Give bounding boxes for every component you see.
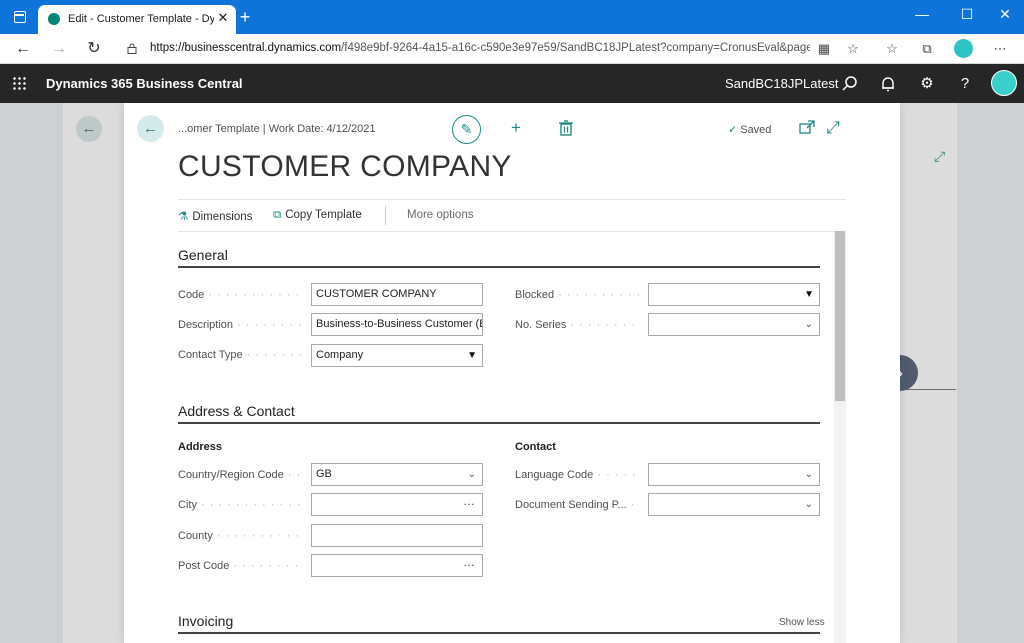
expand-icon[interactable]: ⤢: [823, 118, 843, 138]
country-region-field[interactable]: GB ⌄: [311, 463, 483, 486]
bell-icon[interactable]: [878, 74, 898, 94]
app-bar: Dynamics 365 Business Central SandBC18JP…: [0, 64, 1024, 103]
section-invoicing-title[interactable]: Invoicing: [178, 613, 233, 629]
city-label: City: [178, 499, 302, 511]
chevron-down-icon: ⌄: [804, 499, 813, 510]
chevron-down-icon: ⌄: [804, 319, 813, 330]
chevron-down-icon: ⌄: [467, 469, 476, 480]
trash-icon[interactable]: [556, 118, 576, 138]
minimize-button[interactable]: —: [910, 5, 934, 23]
dimensions-icon: ⚗: [178, 211, 189, 223]
back-icon[interactable]: ←: [13, 39, 33, 59]
no-series-field[interactable]: ⌄: [648, 313, 820, 336]
app-name[interactable]: Dynamics 365 Business Central: [46, 76, 243, 91]
waffle-icon[interactable]: [12, 76, 26, 90]
refresh-icon[interactable]: ↻: [84, 39, 104, 59]
dimensions-action[interactable]: ⚗ Dimensions: [178, 209, 252, 223]
page-title: CUSTOMER COMPANY: [178, 150, 512, 183]
apps-icon[interactable]: ▦: [816, 41, 832, 57]
gear-icon[interactable]: ⚙: [917, 74, 937, 94]
language-code-field[interactable]: ⌄: [648, 463, 820, 486]
address-bar: ← → ↻ https://businesscentral.dynamics.c…: [0, 34, 1024, 64]
show-less-link[interactable]: Show less: [779, 617, 825, 628]
section-divider: [178, 632, 820, 634]
country-region-label: Country/Region Code: [178, 469, 302, 481]
profile-avatar[interactable]: [954, 39, 973, 58]
forward-icon[interactable]: →: [49, 39, 69, 59]
section-divider: [178, 422, 820, 424]
city-field[interactable]: …: [311, 493, 483, 516]
windows-icon[interactable]: [14, 11, 26, 23]
chevron-down-icon: ⌄: [804, 469, 813, 480]
lookup-ellipsis-icon[interactable]: …: [463, 494, 476, 512]
section-general-title[interactable]: General: [178, 247, 228, 263]
url-field[interactable]: https://businesscentral.dynamics.com/f49…: [150, 42, 810, 54]
action-divider: [385, 206, 386, 225]
description-field[interactable]: Business-to-Business Customer (B: [311, 313, 483, 336]
copy-template-action[interactable]: ⧉ Copy Template: [273, 209, 362, 222]
lookup-ellipsis-icon[interactable]: …: [463, 555, 476, 573]
collections-icon[interactable]: ⧉: [919, 41, 935, 57]
more-icon[interactable]: ⋯: [992, 41, 1008, 57]
post-code-label: Post Code: [178, 560, 302, 572]
document-sending-field[interactable]: ⌄: [648, 493, 820, 516]
blocked-label: Blocked: [515, 289, 639, 301]
close-window-button[interactable]: ✕: [993, 5, 1017, 23]
county-label: County: [178, 530, 302, 542]
user-avatar[interactable]: [991, 70, 1017, 96]
description-label: Description: [178, 319, 302, 331]
favicon-icon: [48, 13, 60, 25]
chevron-down-icon: ▼: [467, 350, 477, 361]
chevron-down-icon: ▼: [804, 289, 814, 300]
contact-type-select[interactable]: Company ▼: [311, 344, 483, 367]
divider: [178, 199, 846, 200]
code-field[interactable]: CUSTOMER COMPANY: [311, 283, 483, 306]
customer-template-dialog: ← ...omer Template | Work Date: 4/12/202…: [124, 103, 900, 643]
contact-group-title: Contact: [515, 441, 556, 453]
favorite-icon[interactable]: ☆: [845, 41, 861, 57]
section-divider: [178, 266, 820, 268]
new-tab-button[interactable]: +: [236, 8, 254, 26]
check-icon: ✓: [728, 124, 738, 136]
document-sending-label: Document Sending P...: [515, 499, 639, 511]
favorites-icon[interactable]: ☆: [884, 41, 900, 57]
breadcrumb: ...omer Template | Work Date: 4/12/2021: [178, 123, 376, 135]
tab-title: Edit - Customer Template - Dynamics 365 …: [68, 13, 214, 25]
county-field[interactable]: [311, 524, 483, 547]
scrollbar-thumb[interactable]: [835, 231, 845, 401]
no-series-label: No. Series: [515, 319, 639, 331]
maximize-button[interactable]: ☐: [955, 5, 979, 23]
divider: [178, 231, 846, 232]
tab-close-icon[interactable]: ✕: [215, 10, 231, 26]
help-icon[interactable]: ?: [955, 74, 975, 94]
popout-icon[interactable]: [797, 118, 817, 138]
browser-tab-bar: Edit - Customer Template - Dynamics 365 …: [0, 0, 1024, 34]
address-group-title: Address: [178, 441, 223, 453]
saved-status: ✓ Saved: [728, 124, 772, 136]
lock-icon[interactable]: [127, 43, 137, 54]
browser-tab[interactable]: Edit - Customer Template - Dynamics 365 …: [38, 5, 236, 34]
copy-icon: ⧉: [273, 209, 282, 221]
blocked-select[interactable]: ▼: [648, 283, 820, 306]
more-options-action[interactable]: More options: [407, 209, 473, 221]
back-arrow-icon[interactable]: ←: [137, 115, 164, 142]
background-expand-icon: ⤢: [934, 148, 946, 164]
background-back-icon: ←: [76, 116, 102, 142]
contact-type-value: Company: [316, 349, 364, 361]
pencil-icon[interactable]: ✎: [452, 115, 481, 144]
country-region-value: GB: [316, 468, 332, 480]
search-icon[interactable]: [840, 74, 860, 94]
plus-icon[interactable]: +: [506, 118, 526, 138]
contact-type-label: Contact Type: [178, 349, 302, 361]
language-code-label: Language Code: [515, 469, 639, 481]
environment-name[interactable]: SandBC18JPLatest: [725, 76, 838, 91]
post-code-field[interactable]: …: [311, 554, 483, 577]
code-label: Code: [178, 289, 302, 301]
background-divider: [905, 389, 956, 390]
section-address-contact-title[interactable]: Address & Contact: [178, 403, 295, 419]
